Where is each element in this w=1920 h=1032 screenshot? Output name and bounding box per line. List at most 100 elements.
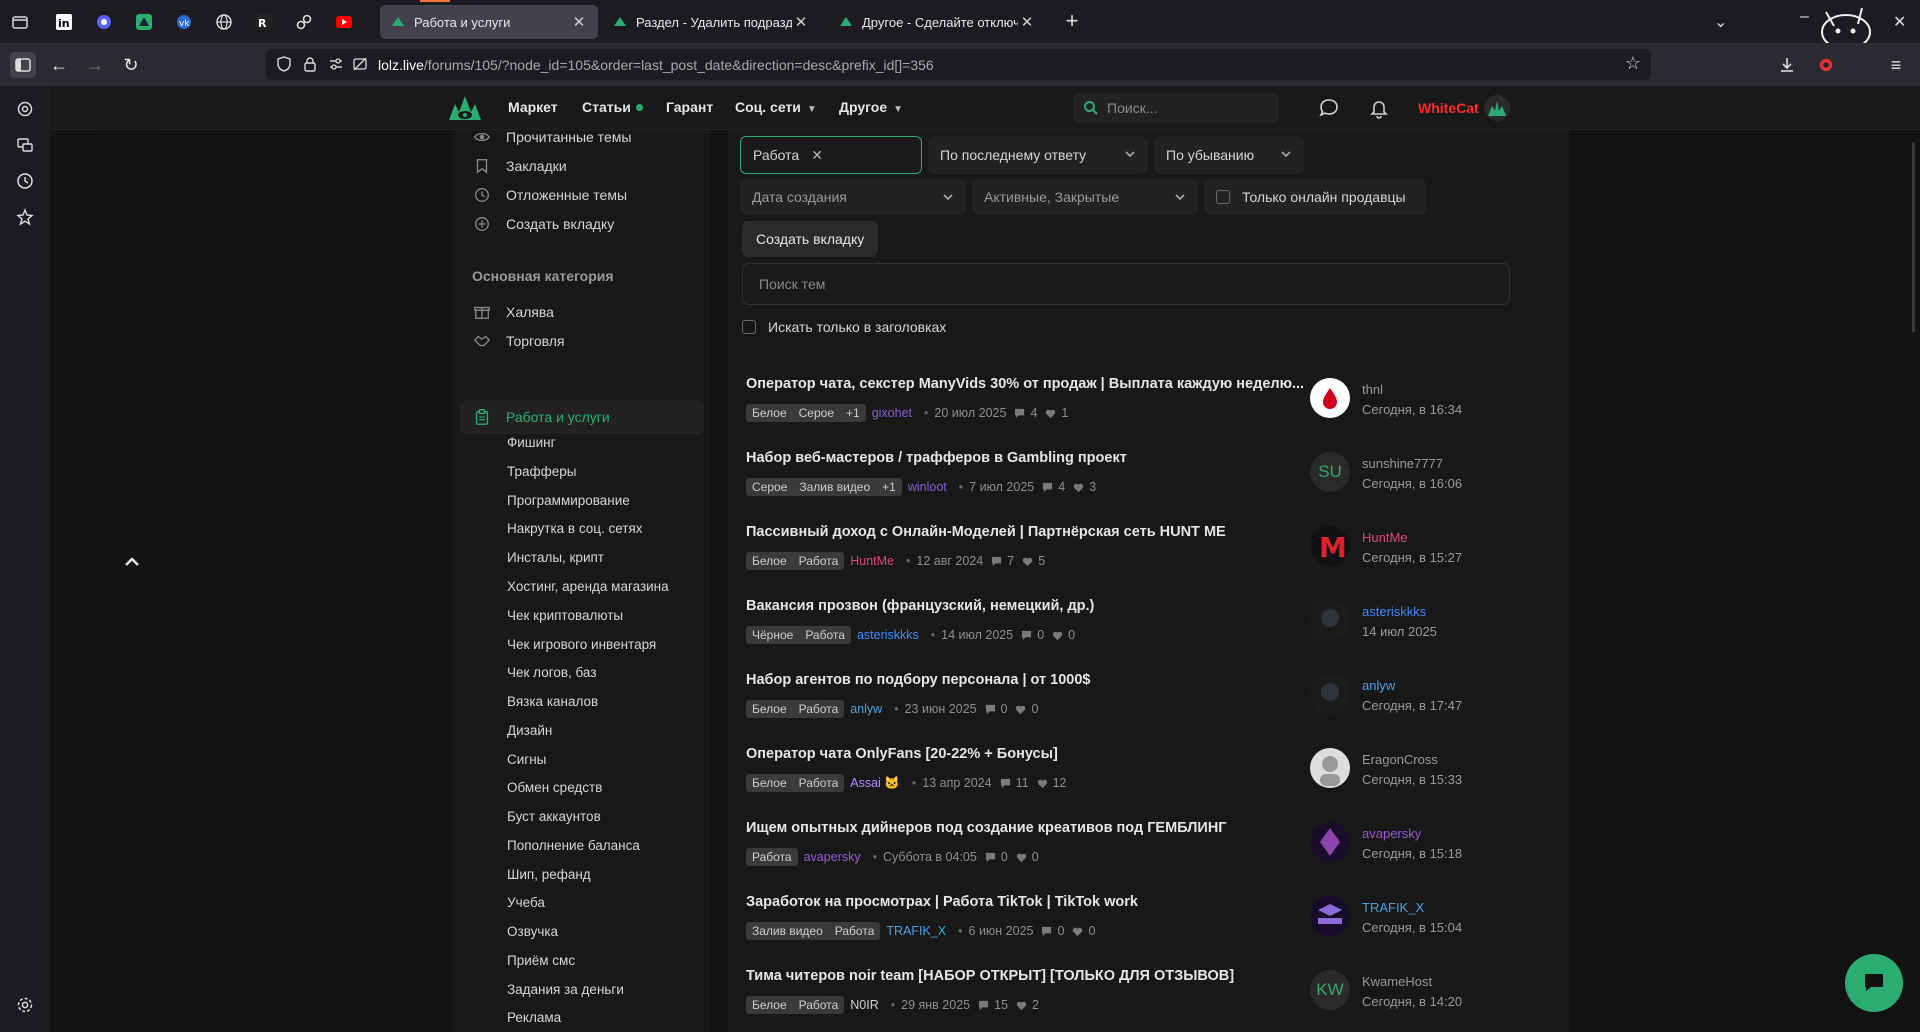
subcategory-link[interactable]: Сигны: [507, 752, 546, 767]
thread-title[interactable]: Оператор чата, секстер ManyVids 30% от п…: [746, 376, 1306, 392]
prefix-filter[interactable]: Работа ✕: [740, 136, 922, 174]
pinned-tab-rutube-icon[interactable]: R: [250, 9, 278, 35]
subcategory-link[interactable]: Программирование: [507, 493, 630, 508]
thread-title[interactable]: Оператор чата OnlyFans [20-22% + Бонусы]: [746, 746, 1306, 762]
site-search[interactable]: [1073, 93, 1279, 123]
pinned-tab-youtube-icon[interactable]: [330, 9, 358, 35]
lock-icon[interactable]: [302, 56, 318, 72]
thread-prefix-tag[interactable]: Работа: [792, 774, 845, 792]
thread-author[interactable]: avapersky: [804, 850, 861, 864]
tab-section-delete[interactable]: Раздел - Удалить подраздел "Р ✕: [602, 5, 820, 39]
sidebar-postponed[interactable]: Отложенные темы: [472, 182, 627, 208]
thread-row[interactable]: Тима читеров noir team [НАБОР ОТКРЫТ] [Т…: [746, 968, 1526, 1032]
thread-author[interactable]: HuntMe: [850, 554, 894, 568]
pinned-tab-globe-icon[interactable]: [210, 9, 238, 35]
thread-row[interactable]: Заработок на просмотрах | Работа TikTok …: [746, 894, 1526, 968]
tab-other-disable[interactable]: Другое - Сделайте отключени ✕: [828, 5, 1046, 39]
thread-author[interactable]: N0IR: [850, 998, 878, 1012]
thread-row[interactable]: Оператор чата, секстер ManyVids 30% от п…: [746, 376, 1526, 450]
last-poster-name[interactable]: sunshine7777: [1362, 456, 1443, 471]
online-sellers-toggle[interactable]: Только онлайн продавцы: [1204, 179, 1426, 215]
reload-icon[interactable]: ↻: [118, 52, 144, 78]
thread-author[interactable]: anlyw: [850, 702, 882, 716]
thread-author[interactable]: TRAFIK_X: [886, 924, 946, 938]
sidebar-read-threads[interactable]: Прочитанные темы: [472, 124, 631, 150]
sidebar-trade[interactable]: Торговля: [472, 328, 564, 354]
thread-prefix-tag[interactable]: Белое: [746, 552, 793, 570]
notification-bell-icon[interactable]: [1368, 97, 1390, 119]
thread-prefix-tag[interactable]: +1: [876, 478, 902, 496]
order-select[interactable]: По последнему ответу: [928, 136, 1148, 174]
thread-prefix-tag[interactable]: Чёрное: [746, 626, 800, 644]
topic-search-input[interactable]: [759, 276, 1459, 292]
extension-icon[interactable]: [1813, 52, 1839, 78]
last-poster-avatar[interactable]: [1310, 748, 1350, 788]
subcategory-link[interactable]: Чек криптовалюты: [507, 608, 623, 623]
checkbox[interactable]: [1216, 190, 1230, 204]
close-window-button[interactable]: ✕: [1893, 12, 1906, 32]
last-poster-avatar[interactable]: [1310, 674, 1350, 714]
username[interactable]: WhiteCat: [1418, 100, 1479, 116]
subcategory-link[interactable]: Накрутка в соц. сетях: [507, 521, 643, 536]
thread-prefix-tag[interactable]: +1: [840, 404, 866, 422]
last-poster-avatar[interactable]: [1310, 378, 1350, 418]
subcategory-link[interactable]: Хостинг, аренда магазина: [507, 579, 669, 594]
thread-prefix-tag[interactable]: Работа: [828, 922, 881, 940]
thread-title[interactable]: Пассивный доход с Онлайн-Моделей | Партн…: [746, 524, 1306, 540]
bookmark-star-icon[interactable]: ☆: [1625, 53, 1641, 74]
thread-prefix-tag[interactable]: Работа: [799, 626, 851, 644]
thread-prefix-tag[interactable]: Серое: [792, 404, 841, 422]
thread-prefix-tag[interactable]: Работа: [792, 700, 845, 718]
scroll-to-top-icon[interactable]: [122, 552, 142, 572]
subcategory-link[interactable]: Реклама: [507, 1010, 561, 1025]
checkbox[interactable]: [742, 320, 756, 334]
last-poster-name[interactable]: HuntMe: [1362, 530, 1408, 545]
subcategory-link[interactable]: Чек игрового инвентаря: [507, 637, 656, 652]
titles-only-toggle[interactable]: Искать только в заголовках: [742, 319, 946, 335]
sidebar-toggle-icon[interactable]: [10, 52, 36, 78]
subcategory-link[interactable]: Дизайн: [507, 723, 552, 738]
thread-row[interactable]: Ищем опытных дийнеров под создание креат…: [746, 820, 1526, 894]
subcategory-link[interactable]: Обмен средств: [507, 780, 602, 795]
subcategory-link[interactable]: Пополнение баланса: [507, 838, 640, 853]
thread-author[interactable]: winloot: [908, 480, 947, 494]
user-avatar[interactable]: [1484, 95, 1510, 121]
date-select[interactable]: Дата создания: [740, 179, 966, 215]
thread-prefix-tag[interactable]: Белое: [746, 774, 793, 792]
last-poster-name[interactable]: asteriskkks: [1362, 604, 1426, 619]
subcategory-link[interactable]: Чек логов, баз: [507, 665, 596, 680]
thread-title[interactable]: Заработок на просмотрах | Работа TikTok …: [746, 894, 1306, 910]
subcategory-link[interactable]: Трафферы: [507, 464, 576, 479]
thread-author[interactable]: gixohet: [872, 406, 912, 420]
pinned-tab-link-icon[interactable]: [290, 9, 318, 35]
thread-title[interactable]: Ищем опытных дийнеров под создание креат…: [746, 820, 1306, 836]
last-poster-name[interactable]: avapersky: [1362, 826, 1421, 841]
last-poster-name[interactable]: anlyw: [1362, 678, 1395, 693]
last-poster-avatar[interactable]: KW: [1310, 970, 1350, 1010]
back-icon[interactable]: ←: [46, 52, 72, 78]
thread-prefix-tag[interactable]: Серое: [746, 478, 794, 496]
chat-button[interactable]: [1845, 954, 1903, 1012]
pinned-tab-vk-icon[interactable]: vk: [170, 9, 198, 35]
last-poster-avatar[interactable]: SU: [1310, 452, 1350, 492]
menu-market[interactable]: Маркет: [508, 99, 558, 115]
list-all-tabs-icon[interactable]: ⌄: [1714, 12, 1727, 32]
thread-author[interactable]: Assai 🐱: [850, 776, 900, 791]
close-tab-icon[interactable]: ✕: [570, 13, 588, 31]
thread-author[interactable]: asteriskkks: [857, 628, 919, 642]
forward-icon[interactable]: →: [82, 52, 108, 78]
thread-prefix-tag[interactable]: Белое: [746, 700, 793, 718]
topic-search[interactable]: [742, 263, 1510, 305]
shield-icon[interactable]: [276, 56, 292, 72]
page-scrollbar[interactable]: [1912, 142, 1915, 332]
last-poster-name[interactable]: KwameHost: [1362, 974, 1432, 989]
subcategory-link[interactable]: Инсталы, крипт: [507, 550, 604, 565]
menu-other[interactable]: Другое ▼: [839, 99, 903, 115]
thread-prefix-tag[interactable]: Залив видео: [746, 922, 829, 940]
thread-prefix-tag[interactable]: Работа: [792, 552, 845, 570]
thread-prefix-tag[interactable]: Белое: [746, 404, 793, 422]
tracking-blocked-icon[interactable]: [352, 56, 368, 72]
last-poster-avatar[interactable]: [1310, 822, 1350, 862]
subcategory-link[interactable]: Озвучка: [507, 924, 558, 939]
chat-bubble-icon[interactable]: [1318, 97, 1340, 119]
